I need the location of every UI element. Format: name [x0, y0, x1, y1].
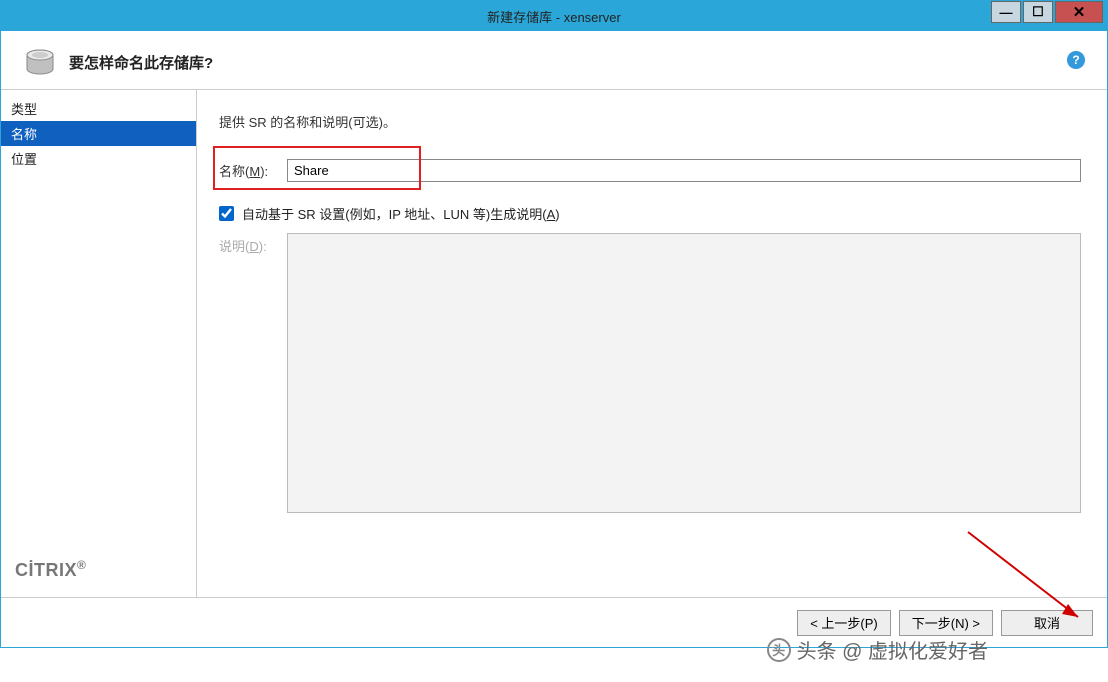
next-button[interactable]: 下一步(N) > — [899, 610, 993, 636]
instruction-text: 提供 SR 的名称和说明(可选)。 — [219, 112, 1081, 131]
window-title: 新建存储库 - xenserver — [1, 7, 1107, 26]
content-pane: 提供 SR 的名称和说明(可选)。 名称(M): 自动基于 SR 设置(例如，I… — [197, 90, 1107, 597]
name-label: 名称(M): — [219, 161, 287, 180]
back-button[interactable]: < 上一步(P) — [797, 610, 891, 636]
wizard-body: 类型 名称 位置 CİTRIX® 提供 SR 的名称和说明(可选)。 名称(M)… — [1, 90, 1107, 597]
storage-icon — [25, 49, 55, 75]
sidebar-item-type[interactable]: 类型 — [1, 96, 196, 121]
auto-desc-label: 自动基于 SR 设置(例如，IP 地址、LUN 等)生成说明(A) — [242, 204, 560, 223]
auto-desc-row: 自动基于 SR 设置(例如，IP 地址、LUN 等)生成说明(A) — [219, 204, 1081, 223]
window-controls: — ☐ ✕ — [989, 1, 1103, 25]
sidebar-item-location[interactable]: 位置 — [1, 146, 196, 171]
desc-row: 说明(D): — [219, 233, 1081, 513]
close-button[interactable]: ✕ — [1055, 1, 1103, 23]
name-row: 名称(M): — [219, 159, 1081, 182]
sidebar-item-name[interactable]: 名称 — [1, 121, 196, 146]
wizard-window: 新建存储库 - xenserver — ☐ ✕ 要怎样命名此存储库? ? 类型 … — [0, 0, 1108, 648]
maximize-button[interactable]: ☐ — [1023, 1, 1053, 23]
minimize-button[interactable]: — — [991, 1, 1021, 23]
desc-textarea — [287, 233, 1081, 513]
sidebar: 类型 名称 位置 CİTRIX® — [1, 90, 197, 597]
wizard-header: 要怎样命名此存储库? ? — [1, 31, 1107, 90]
auto-desc-checkbox[interactable] — [219, 206, 234, 221]
titlebar[interactable]: 新建存储库 - xenserver — ☐ ✕ — [1, 1, 1107, 31]
cancel-button[interactable]: 取消 — [1001, 610, 1093, 636]
brand-logo: CİTRIX® — [1, 548, 196, 597]
desc-label: 说明(D): — [219, 233, 287, 255]
name-input[interactable] — [287, 159, 1081, 182]
wizard-footer: < 上一步(P) 下一步(N) > 取消 — [1, 597, 1107, 647]
help-icon[interactable]: ? — [1067, 51, 1085, 69]
page-title: 要怎样命名此存储库? — [69, 52, 213, 73]
